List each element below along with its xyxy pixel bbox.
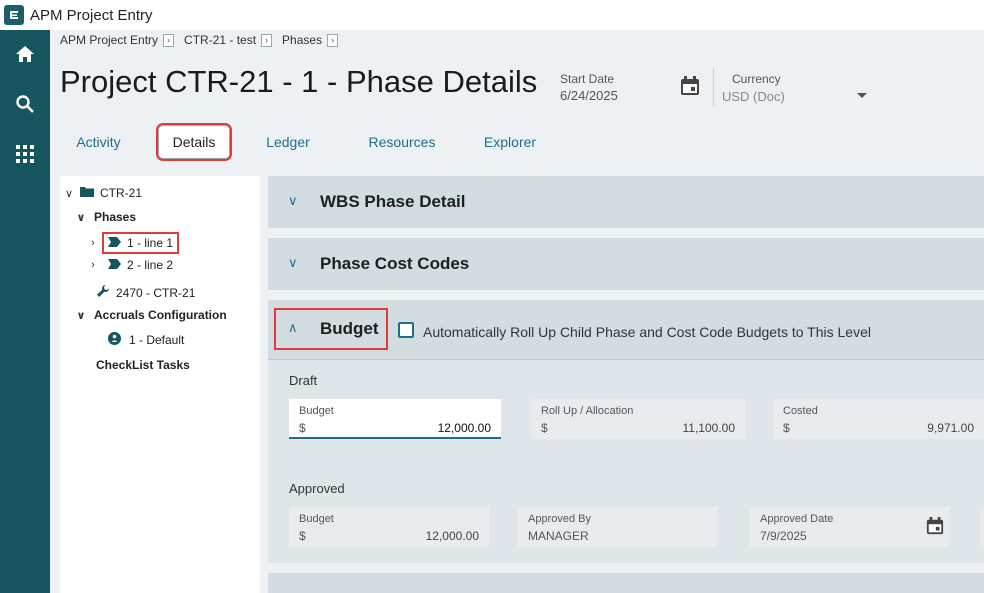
rollup-checkbox-label[interactable]: Automatically Roll Up Child Phase and Co… [423,324,871,340]
chevron-right-icon[interactable]: › [163,33,175,47]
chevron-right-icon[interactable]: › [86,259,100,271]
phase-tag-icon [108,258,121,272]
draft-rollup-field: Roll Up / Allocation $ 11,100.00 [531,399,745,439]
section-next [268,573,984,593]
app-title: APM Project Entry [30,6,153,24]
chevron-right-icon[interactable]: › [86,237,100,249]
section-wbs-phase-detail[interactable]: ∨ WBS Phase Detail [268,176,984,228]
calendar-icon[interactable] [926,517,944,540]
title-bar: APM Project Entry [0,0,984,30]
currency-value[interactable]: USD (Doc) [722,89,785,104]
tree-node-accruals[interactable]: ∨ Accruals Configuration [74,308,227,322]
folder-icon [80,186,94,200]
breadcrumb-item[interactable]: CTR-21 - test › [184,33,273,47]
tab-explorer[interactable]: Explorer [472,122,548,162]
search-icon[interactable] [0,84,50,124]
draft-costed-field: Costed $ 9,971.00 [773,399,984,439]
currency-label: Currency [732,72,781,86]
section-phase-cost-codes[interactable]: ∨ Phase Cost Codes [268,238,984,290]
section-budget: ∧ Budget Automatically Roll Up Child Pha… [268,300,984,563]
section-title[interactable]: Budget [320,319,379,339]
nav-rail [0,30,50,593]
approved-by-field: Approved By MANAGER [518,507,718,547]
section-title[interactable]: WBS Phase Detail [320,192,466,212]
phase-tag-icon [108,236,121,250]
chevron-down-icon[interactable]: ∨ [74,211,88,224]
tab-ledger[interactable]: Ledger [260,122,316,162]
budget-body: Draft Budget $ 12,000.00 Roll Up / Alloc… [268,360,984,563]
chevron-down-icon[interactable]: ∨ [74,309,88,322]
tab-activity[interactable]: Activity [60,122,137,162]
tree-node-checklist[interactable]: CheckList Tasks [96,358,190,372]
chevron-right-icon[interactable]: › [327,33,339,47]
breadcrumb-item[interactable]: Phases › [282,33,339,47]
chevron-down-icon[interactable]: ∨ [288,255,298,271]
approved-label: Approved [289,481,345,496]
rollup-checkbox[interactable] [398,322,414,338]
chevron-down-icon[interactable]: ∨ [62,187,76,200]
breadcrumb-item[interactable]: APM Project Entry › [60,33,175,47]
budget-header: ∧ Budget Automatically Roll Up Child Pha… [268,300,984,360]
tree-node-phase-2[interactable]: › 2 - line 2 [86,258,173,272]
app-logo-icon [4,5,24,25]
main-content: APM Project Entry › CTR-21 - test › Phas… [50,30,984,593]
tab-details-label[interactable]: Details [155,123,233,161]
tree-node-phase-1[interactable]: › 1 - line 1 [86,232,180,254]
tab-details[interactable]: Details [153,122,235,162]
tree-node-phases[interactable]: ∨ Phases [74,210,137,224]
apps-grid-icon[interactable] [0,134,50,174]
tree-node-root[interactable]: ∨ CTR-21 [62,186,142,200]
accrual-icon [108,332,121,348]
start-date-value[interactable]: 6/24/2025 [560,88,618,103]
tab-resources[interactable]: Resources [360,122,444,162]
tab-bar: Activity Details Ledger Resources Explor… [60,122,560,162]
draft-label: Draft [289,373,318,388]
draft-budget-field[interactable]: Budget $ 12,000.00 [289,399,501,439]
tree-node-accrual-default[interactable]: 1 - Default [108,332,184,348]
approved-date-field: Approved Date 7/9/2025 [750,507,950,547]
budget-toggle[interactable]: ∧ Budget [274,308,388,350]
calendar-icon[interactable] [680,76,700,101]
breadcrumb: APM Project Entry › CTR-21 - test › Phas… [60,33,348,47]
overflow-field [980,507,984,547]
wrench-icon [96,284,110,301]
chevron-right-icon[interactable]: › [261,33,273,47]
caret-down-icon[interactable] [856,87,868,105]
page-title: Project CTR-21 - 1 - Phase Details [60,64,538,99]
start-date-label: Start Date [560,72,615,86]
chevron-down-icon[interactable]: ∨ [288,193,298,209]
tree-node-phase-1-label[interactable]: 1 - line 1 [101,232,180,254]
divider [713,68,714,106]
tree-node-resource[interactable]: 2470 - CTR-21 [96,284,195,301]
approved-budget-field: Budget $ 12,000.00 [289,507,489,547]
chevron-up-icon[interactable]: ∧ [288,320,298,336]
section-title[interactable]: Phase Cost Codes [320,254,469,274]
phase-tree: ∨ CTR-21 ∨ Phases › 1 - line 1 › 2 - lin… [60,176,260,593]
home-icon[interactable] [0,34,50,74]
